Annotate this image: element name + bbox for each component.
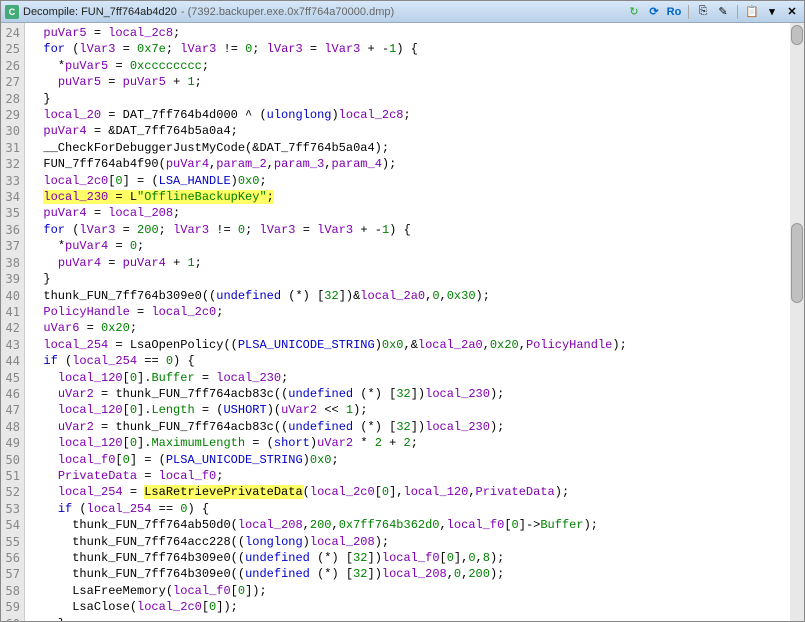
refresh-icon[interactable]: ↻: [626, 4, 642, 20]
code-line: if (local_254 == 0) {: [29, 353, 804, 369]
line-number: 30: [1, 123, 20, 139]
line-number: 35: [1, 205, 20, 221]
line-number: 40: [1, 288, 20, 304]
line-number: 24: [1, 25, 20, 41]
code-line: *puVar5 = 0xcccccccc;: [29, 58, 804, 74]
editor-content: 2425262728293031323334353637383940414243…: [1, 23, 804, 621]
line-number: 59: [1, 599, 20, 615]
line-number: 26: [1, 58, 20, 74]
code-line: if (local_254 == 0) {: [29, 501, 804, 517]
code-line: thunk_FUN_7ff764b309e0((undefined (*) [3…: [29, 550, 804, 566]
line-number: 52: [1, 484, 20, 500]
line-number: 34: [1, 189, 20, 205]
code-line: uVar2 = thunk_FUN_7ff764acb83c((undefine…: [29, 386, 804, 402]
scrollbar-thumb[interactable]: [791, 25, 803, 45]
minimize-icon[interactable]: ▾: [764, 4, 780, 20]
line-number: 45: [1, 370, 20, 386]
separator: [737, 5, 738, 19]
line-number: 36: [1, 222, 20, 238]
code-line: FUN_7ff764ab4f90(puVar4,param_2,param_3,…: [29, 156, 804, 172]
code-line: local_120[0].MaximumLength = (short)uVar…: [29, 435, 804, 451]
line-number: 46: [1, 386, 20, 402]
toolbar: ↻ ⟳ Ro ⎘ ✎ 📋 ▾ ✕: [626, 4, 800, 20]
line-number: 31: [1, 140, 20, 156]
code-line: puVar4 = local_208;: [29, 205, 804, 221]
copy-icon[interactable]: ⎘: [695, 4, 711, 20]
line-number: 32: [1, 156, 20, 172]
code-line: local_254 = LsaRetrievePrivateData(local…: [29, 484, 804, 500]
app-icon: C: [5, 5, 19, 19]
line-number: 55: [1, 534, 20, 550]
line-number: 51: [1, 468, 20, 484]
window-subtitle: - (7392.backuper.exe.0x7ff764a70000.dmp): [181, 6, 622, 18]
line-number: 29: [1, 107, 20, 123]
scrollbar-thumb[interactable]: [791, 223, 803, 303]
code-line: local_230 = L"OfflineBackupKey";: [29, 189, 804, 205]
code-line: thunk_FUN_7ff764b309e0((undefined (*) [3…: [29, 288, 804, 304]
code-line: thunk_FUN_7ff764acc228((longlong)local_2…: [29, 534, 804, 550]
code-line: local_120[0].Length = (USHORT)(uVar2 << …: [29, 402, 804, 418]
code-line: __CheckForDebuggerJustMyCode(&DAT_7ff764…: [29, 140, 804, 156]
line-number: 57: [1, 566, 20, 582]
code-line: local_120[0].Buffer = local_230;: [29, 370, 804, 386]
line-number: 33: [1, 173, 20, 189]
code-line: uVar2 = thunk_FUN_7ff764acb83c((undefine…: [29, 419, 804, 435]
code-line: puVar5 = local_2c8;: [29, 25, 804, 41]
code-line: puVar4 = puVar4 + 1;: [29, 255, 804, 271]
line-number: 54: [1, 517, 20, 533]
line-number: 58: [1, 583, 20, 599]
line-number: 60: [1, 616, 20, 621]
code-area[interactable]: puVar5 = local_2c8; for (lVar3 = 0x7e; l…: [25, 23, 804, 621]
line-number: 39: [1, 271, 20, 287]
close-icon[interactable]: ✕: [784, 4, 800, 20]
code-line: }: [29, 91, 804, 107]
nav-icon[interactable]: ⟳: [646, 4, 662, 20]
line-number: 38: [1, 255, 20, 271]
line-number: 25: [1, 41, 20, 57]
line-number: 56: [1, 550, 20, 566]
window-title: Decompile: FUN_7ff764ab4d20: [23, 6, 177, 18]
code-line: for (lVar3 = 200; lVar3 != 0; lVar3 = lV…: [29, 222, 804, 238]
line-number: 41: [1, 304, 20, 320]
code-line: thunk_FUN_7ff764ab50d0(local_208,200,0x7…: [29, 517, 804, 533]
separator: [688, 5, 689, 19]
line-number: 37: [1, 238, 20, 254]
code-line: LsaFreeMemory(local_f0[0]);: [29, 583, 804, 599]
line-number: 47: [1, 402, 20, 418]
titlebar: C Decompile: FUN_7ff764ab4d20 - (7392.ba…: [1, 1, 804, 23]
line-number: 53: [1, 501, 20, 517]
line-gutter: 2425262728293031323334353637383940414243…: [1, 23, 25, 621]
line-number: 44: [1, 353, 20, 369]
line-number: 43: [1, 337, 20, 353]
code-line: local_20 = DAT_7ff764b4d000 ^ (ulonglong…: [29, 107, 804, 123]
line-number: 27: [1, 74, 20, 90]
code-line: local_f0[0] = (PLSA_UNICODE_STRING)0x0;: [29, 452, 804, 468]
code-line: puVar5 = puVar5 + 1;: [29, 74, 804, 90]
decompile-window: C Decompile: FUN_7ff764ab4d20 - (7392.ba…: [0, 0, 805, 622]
ro-button[interactable]: Ro: [666, 4, 682, 20]
code-line: }: [29, 616, 804, 621]
code-line: PolicyHandle = local_2c0;: [29, 304, 804, 320]
code-line: LsaClose(local_2c0[0]);: [29, 599, 804, 615]
code-line: }: [29, 271, 804, 287]
edit-icon[interactable]: ✎: [715, 4, 731, 20]
code-line: thunk_FUN_7ff764b309e0((undefined (*) [3…: [29, 566, 804, 582]
paste-icon[interactable]: 📋: [744, 4, 760, 20]
code-line: uVar6 = 0x20;: [29, 320, 804, 336]
code-line: puVar4 = &DAT_7ff764b5a0a4;: [29, 123, 804, 139]
code-line: for (lVar3 = 0x7e; lVar3 != 0; lVar3 = l…: [29, 41, 804, 57]
code-line: local_254 = LsaOpenPolicy((PLSA_UNICODE_…: [29, 337, 804, 353]
scrollbar[interactable]: [790, 23, 804, 621]
line-number: 28: [1, 91, 20, 107]
line-number: 49: [1, 435, 20, 451]
code-line: PrivateData = local_f0;: [29, 468, 804, 484]
line-number: 50: [1, 452, 20, 468]
line-number: 42: [1, 320, 20, 336]
code-line: local_2c0[0] = (LSA_HANDLE)0x0;: [29, 173, 804, 189]
code-line: *puVar4 = 0;: [29, 238, 804, 254]
line-number: 48: [1, 419, 20, 435]
